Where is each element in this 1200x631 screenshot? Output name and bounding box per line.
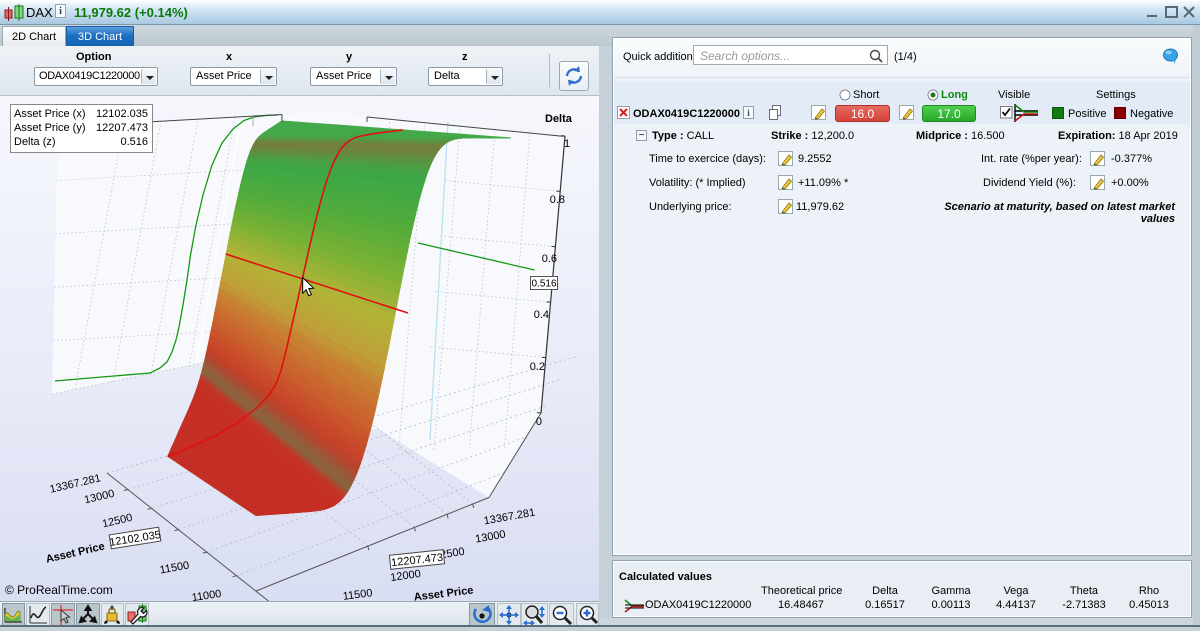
svg-text:0.2: 0.2	[530, 361, 545, 373]
svg-text:0.8: 0.8	[550, 194, 565, 206]
svg-text:0.4: 0.4	[534, 309, 549, 321]
svg-text:12102.035: 12102.035	[96, 108, 148, 120]
svg-text:Asset Price (x): Asset Price (x)	[14, 108, 86, 120]
svg-text:Delta: Delta	[545, 113, 573, 125]
svg-text:0.516: 0.516	[531, 279, 556, 290]
svg-text:© ProRealTime.com: © ProRealTime.com	[5, 583, 113, 597]
svg-text:Asset Price (y): Asset Price (y)	[14, 122, 86, 134]
svg-text:0: 0	[536, 416, 542, 428]
svg-text:12207.473: 12207.473	[96, 122, 148, 134]
svg-text:Delta (z): Delta (z)	[14, 136, 56, 148]
svg-text:0.516: 0.516	[120, 136, 148, 148]
svg-text:0.6: 0.6	[542, 253, 557, 265]
svg-text:1: 1	[564, 138, 570, 150]
